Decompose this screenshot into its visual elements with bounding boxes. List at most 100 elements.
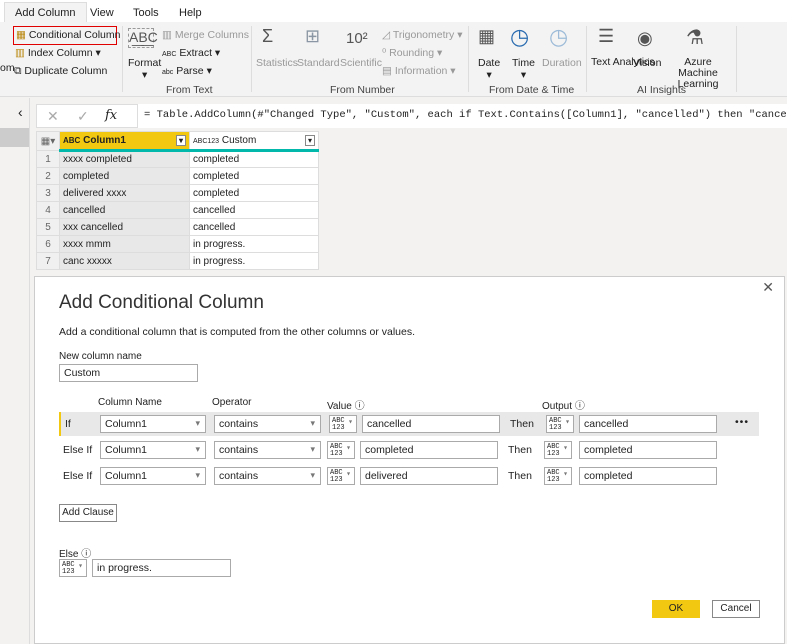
- statistics-button[interactable]: Statistics: [256, 57, 298, 69]
- rounding-button[interactable]: ⁰ Rounding ▾: [382, 47, 442, 59]
- value-input[interactable]: delivered: [360, 467, 498, 485]
- custom-cell[interactable]: cancelled: [189, 201, 319, 219]
- time-label: Time: [512, 57, 535, 69]
- column1-cell[interactable]: canc xxxxx: [59, 252, 190, 270]
- custom-cell[interactable]: completed: [189, 184, 319, 202]
- operator-dropdown[interactable]: contains: [214, 441, 321, 459]
- selected-query[interactable]: [0, 128, 29, 147]
- then-label: Then: [508, 444, 532, 456]
- column-name-dropdown[interactable]: Column1: [100, 415, 206, 433]
- add-clause-button[interactable]: Add Clause: [59, 504, 117, 522]
- format-button[interactable]: Format ▾: [128, 57, 161, 81]
- row-number[interactable]: 7: [36, 252, 60, 270]
- column1-cell[interactable]: xxxx mmm: [59, 235, 190, 253]
- value-type-dropdown[interactable]: ABC 123: [327, 467, 355, 485]
- custom-cell[interactable]: completed: [189, 150, 319, 168]
- else-type-dropdown[interactable]: ABC 123: [59, 559, 87, 577]
- time-button[interactable]: Time ▾: [512, 57, 535, 81]
- clause-kind-label: Else If: [63, 470, 93, 482]
- duplicate-column-button[interactable]: ⧉ Duplicate Column: [14, 65, 107, 78]
- tab-help[interactable]: Help: [179, 7, 202, 19]
- fx-icon[interactable]: fx: [105, 108, 117, 123]
- close-icon[interactable]: ✕: [762, 279, 774, 296]
- ribbon-partial-label: om: [0, 62, 15, 74]
- value-input[interactable]: cancelled: [362, 415, 500, 433]
- custom-cell[interactable]: completed: [189, 167, 319, 185]
- output-type-dropdown[interactable]: ABC 123: [544, 467, 572, 485]
- duplicate-column-icon: ⧉: [14, 65, 22, 77]
- table-row: 3 delivered xxxx completed: [36, 184, 319, 202]
- cancel-button[interactable]: Cancel: [712, 600, 760, 618]
- tab-tools[interactable]: Tools: [133, 7, 159, 19]
- trigonometry-button[interactable]: ◿ Trigonometry ▾: [382, 29, 462, 41]
- else-value-input[interactable]: in progress.: [92, 559, 231, 577]
- standard-icon: ⊞: [305, 26, 321, 46]
- scientific-icon: 10²: [346, 30, 368, 47]
- output-input[interactable]: cancelled: [579, 415, 717, 433]
- any-type-icon: ABC123: [193, 138, 220, 145]
- column-header-custom[interactable]: ABC123 Custom ▾: [189, 131, 319, 152]
- column1-cell[interactable]: cancelled: [59, 201, 190, 219]
- azure-ml-icon: ⚗: [686, 27, 704, 49]
- value-type-dropdown[interactable]: ABC 123: [329, 415, 357, 433]
- output-input[interactable]: completed: [579, 467, 717, 485]
- column-name-dropdown[interactable]: Column1: [100, 467, 206, 485]
- operator-dropdown[interactable]: contains: [214, 467, 321, 485]
- row-number[interactable]: 3: [36, 184, 60, 202]
- extract-button[interactable]: ABC Extract ▾: [162, 47, 220, 59]
- output-type-dropdown[interactable]: ABC 123: [544, 441, 572, 459]
- information-label: Information: [394, 65, 448, 77]
- cancel-formula-icon[interactable]: ✕: [47, 108, 59, 125]
- tab-view[interactable]: View: [90, 7, 114, 19]
- value-input[interactable]: completed: [360, 441, 498, 459]
- conditional-column-button[interactable]: ▦ Conditional Column: [13, 26, 120, 45]
- operator-dropdown[interactable]: contains: [214, 415, 321, 433]
- merge-columns-button[interactable]: ▥ Merge Columns: [162, 29, 249, 41]
- tab-add-column[interactable]: Add Column: [4, 2, 87, 23]
- from-number-group-label: From Number: [330, 84, 395, 96]
- custom-cell[interactable]: in progress.: [189, 252, 319, 270]
- parse-button[interactable]: abc Parse ▾: [162, 65, 212, 77]
- row-number[interactable]: 4: [36, 201, 60, 219]
- more-options-icon[interactable]: •••: [735, 416, 749, 428]
- vision-button[interactable]: Vision: [633, 57, 661, 69]
- column1-cell[interactable]: delivered xxxx: [59, 184, 190, 202]
- column1-cell[interactable]: xxxx completed: [59, 150, 190, 168]
- output-input[interactable]: completed: [579, 441, 717, 459]
- information-icon: ▤: [382, 65, 392, 77]
- column-name-dropdown[interactable]: Column1: [100, 441, 206, 459]
- index-column-button[interactable]: ▥ Index Column ▾: [15, 47, 101, 59]
- table-row: 1 xxxx completed completed: [36, 150, 319, 168]
- custom-cell[interactable]: cancelled: [189, 218, 319, 236]
- row-number[interactable]: 1: [36, 150, 60, 168]
- index-column-label: Index Column: [27, 47, 93, 59]
- merge-label: Merge Columns: [174, 29, 249, 41]
- column-header-column1[interactable]: ABC Column1 ▾: [59, 131, 190, 152]
- format-label: Format: [128, 57, 162, 69]
- information-button[interactable]: ▤ Information ▾: [382, 65, 456, 77]
- formula-input[interactable]: = Table.AddColumn(#"Changed Type", "Cust…: [137, 104, 787, 128]
- table-menu-icon[interactable]: ▦▾: [36, 131, 60, 151]
- row-number[interactable]: 5: [36, 218, 60, 236]
- value-type-dropdown[interactable]: ABC 123: [327, 441, 355, 459]
- filter-dropdown-icon[interactable]: ▾: [175, 135, 186, 146]
- column1-cell[interactable]: completed: [59, 167, 190, 185]
- duration-button[interactable]: Duration: [542, 57, 582, 69]
- output-type-dropdown[interactable]: ABC 123: [546, 415, 574, 433]
- date-button[interactable]: Date ▾: [478, 57, 500, 81]
- custom-cell[interactable]: in progress.: [189, 235, 319, 253]
- filter-dropdown-icon[interactable]: ▾: [304, 135, 315, 146]
- parse-label: Parse: [176, 65, 204, 77]
- info-icon: ⓘ: [574, 401, 585, 412]
- row-number[interactable]: 6: [36, 235, 60, 253]
- extract-label: Extract: [179, 47, 213, 59]
- standard-button[interactable]: Standard: [297, 57, 340, 69]
- statistics-icon: Σ: [262, 26, 274, 46]
- new-column-name-input[interactable]: Custom: [59, 364, 198, 382]
- scientific-button[interactable]: Scientific: [340, 57, 382, 69]
- row-number[interactable]: 2: [36, 167, 60, 185]
- confirm-formula-icon[interactable]: ✓: [77, 108, 89, 125]
- chevron-left-icon[interactable]: ‹: [18, 104, 23, 120]
- column1-cell[interactable]: xxx cancelled: [59, 218, 190, 236]
- ok-button[interactable]: OK: [652, 600, 700, 618]
